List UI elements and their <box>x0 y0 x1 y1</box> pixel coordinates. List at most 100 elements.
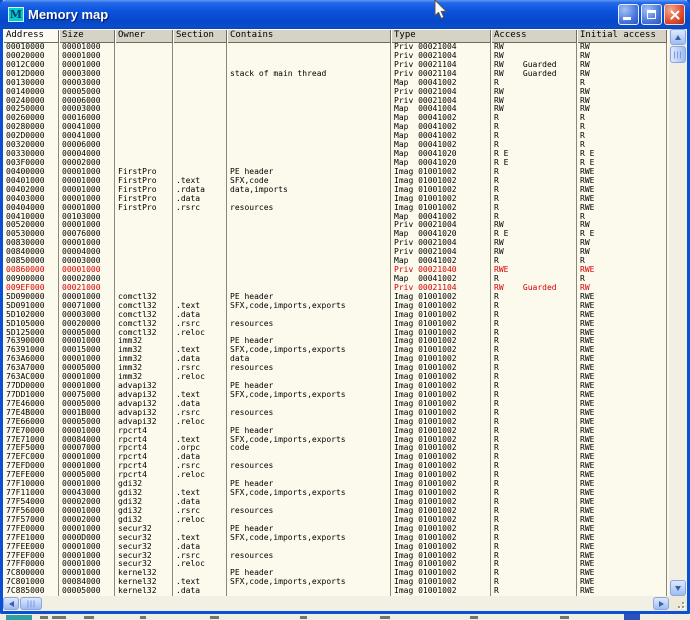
cell-contains: resources <box>227 409 391 418</box>
table-row[interactable]: 77FEE00000001000secur32.dataImag 0100100… <box>3 543 667 552</box>
table-row[interactable]: 5D09100000071000comctl32.textSFX,code,im… <box>3 302 667 311</box>
table-row[interactable]: 0001000000001000Priv 00021004RWRW <box>3 43 667 52</box>
column-header-size[interactable]: Size <box>59 29 115 43</box>
cell-owner: gdi32 <box>115 516 173 525</box>
table-row[interactable]: 0040300000001000FirstPro.dataImag 010010… <box>3 195 667 204</box>
table-row[interactable]: 0053000000076000Map 00041020R ER E <box>3 230 667 239</box>
table-row[interactable]: 77EF500000007000rpcrt4.orpccodeImag 0100… <box>3 444 667 453</box>
column-header-contains[interactable]: Contains <box>227 29 391 43</box>
table-row[interactable]: 0012D00000003000stack of main threadPriv… <box>3 70 667 79</box>
horizontal-scroll-thumb[interactable] <box>20 597 42 610</box>
table-row[interactable]: 77E7000000001000rpcrt4PE headerImag 0100… <box>3 427 667 436</box>
table-row[interactable]: 77DD100000075000advapi32.textSFX,code,im… <box>3 391 667 400</box>
table-row[interactable]: 7C80000000001000kernel32PE headerImag 01… <box>3 569 667 578</box>
table-row[interactable]: 763A700000005000imm32.rsrcresourcesImag … <box>3 364 667 373</box>
table-row[interactable]: 77FEF00000001000secur32.rsrcresourcesIma… <box>3 552 667 561</box>
table-row[interactable]: 0085000000003000Map 00041002RR <box>3 257 667 266</box>
column-header-access[interactable]: Access <box>491 29 577 43</box>
table-row[interactable]: 77F1000000001000gdi32PE headerImag 01001… <box>3 480 667 489</box>
cell-initial-access: R <box>577 257 667 266</box>
cell-initial-access: RWE <box>577 204 667 213</box>
table-row[interactable]: 7639000000001000imm32PE headerImag 01001… <box>3 337 667 346</box>
cell-owner <box>115 213 173 222</box>
scroll-left-button[interactable] <box>3 597 19 610</box>
table-row[interactable]: 0040400000001000FirstPro.rsrcresourcesIm… <box>3 204 667 213</box>
column-header-address[interactable]: Address <box>3 29 59 43</box>
table-row[interactable]: 5D10500000020000comctl32.rsrcresourcesIm… <box>3 320 667 329</box>
vertical-scroll-thumb[interactable] <box>670 46 686 63</box>
table-row[interactable]: 763A600000001000imm32.datadataImag 01001… <box>3 355 667 364</box>
table-row[interactable]: 77F5600000001000gdi32.rsrcresourcesImag … <box>3 507 667 516</box>
cell-owner <box>115 141 173 150</box>
table-row[interactable]: 0028000000041000Map 00041002RR <box>3 123 667 132</box>
cell-owner: rpcrt4 <box>115 444 173 453</box>
table-row[interactable]: 0086000000001000Priv 00021040RWERWE <box>3 266 667 275</box>
cell-access: R <box>491 320 577 329</box>
table-row[interactable]: 77EFE00000005000rpcrt4.relocImag 0100100… <box>3 471 667 480</box>
table-row[interactable]: 0052000000001000Priv 00021004RWRW <box>3 221 667 230</box>
scroll-right-button[interactable] <box>653 597 669 610</box>
table-row[interactable]: 009EF00000021000Priv 00021104RW GuardedR… <box>3 284 667 293</box>
horizontal-scrollbar[interactable] <box>3 596 669 611</box>
table-row[interactable]: 0041000000103000Map 00041002RR <box>3 213 667 222</box>
table-row[interactable]: 0090000000002000Map 00041002RR <box>3 275 667 284</box>
maximize-button[interactable] <box>641 4 662 25</box>
table-row[interactable]: 0033000000004000Map 00041020R ER E <box>3 150 667 159</box>
table-row[interactable]: 77F5400000002000gdi32.dataImag 01001002R… <box>3 498 667 507</box>
cell-contains: SFX,code,imports,exports <box>227 578 391 587</box>
table-row[interactable]: 5D09000000001000comctl32PE headerImag 01… <box>3 293 667 302</box>
table-row[interactable]: 0002000000001000Priv 00021004RWRW <box>3 52 667 61</box>
table-row[interactable]: 003F000000002000Map 00041020R ER E <box>3 159 667 168</box>
table-row[interactable]: 77E7100000084000rpcrt4.textSFX,code,impo… <box>3 436 667 445</box>
cell-owner: FirstPro <box>115 186 173 195</box>
cell-owner: kernel32 <box>115 578 173 587</box>
table-row[interactable]: 7C80100000084000kernel32.textSFX,code,im… <box>3 578 667 587</box>
table-row[interactable]: 0012C00000001000Priv 00021104RW GuardedR… <box>3 61 667 70</box>
table-row[interactable]: 7639100000015000imm32.textSFX,code,impor… <box>3 346 667 355</box>
table-row[interactable]: 0040100000001000FirstPro.textSFX,codeIma… <box>3 177 667 186</box>
close-button[interactable] <box>664 4 685 25</box>
table-row[interactable]: 77DD000000001000advapi32PE headerImag 01… <box>3 382 667 391</box>
table-row[interactable]: 77F5700000002000gdi32.relocImag 01001002… <box>3 516 667 525</box>
table-row[interactable]: 77EFD00000001000rpcrt4.rsrcresourcesImag… <box>3 462 667 471</box>
table-row[interactable]: 0083000000001000Priv 00021004RWRW <box>3 239 667 248</box>
table-row[interactable]: 0026000000016000Map 00041002RR <box>3 114 667 123</box>
cell-contains: data <box>227 355 391 364</box>
table-row[interactable]: 0013000000003000Map 00041002RR <box>3 79 667 88</box>
table-row[interactable]: 0024000000006000Priv 00021004RWRW <box>3 97 667 106</box>
cell-type: Imag 01001002 <box>391 311 491 320</box>
table-row[interactable]: 763AC00000001000imm32.relocImag 01001002… <box>3 373 667 382</box>
minimize-button[interactable] <box>618 4 639 25</box>
table-row[interactable]: 77EFC00000001000rpcrt4.dataImag 01001002… <box>3 453 667 462</box>
titlebar[interactable]: M Memory map <box>0 0 690 29</box>
column-header-initial-access[interactable]: Initial access <box>577 29 667 43</box>
table-row[interactable]: 002D000000041000Map 00041002RR <box>3 132 667 141</box>
table-row[interactable]: 77E6600000005000advapi32.relocImag 01001… <box>3 418 667 427</box>
table-row[interactable]: 77E4B0000001B000advapi32.rsrcresourcesIm… <box>3 409 667 418</box>
column-header-section[interactable]: Section <box>173 29 227 43</box>
table-row[interactable]: 77F1100000043000gdi32.textSFX,code,impor… <box>3 489 667 498</box>
table-row[interactable]: 5D12500000005000comctl32.relocImag 01001… <box>3 329 667 338</box>
table-row[interactable]: 77FF000000001000secur32.relocImag 010010… <box>3 560 667 569</box>
resize-grip[interactable] <box>669 596 687 611</box>
vertical-scrollbar[interactable] <box>669 29 687 596</box>
cell-type: Map 00041002 <box>391 213 491 222</box>
cell-size: 00002000 <box>59 159 115 168</box>
table-row[interactable]: 5D10200000003000comctl32.dataImag 010010… <box>3 311 667 320</box>
table-row[interactable]: 0025000000003000Map 00041004RWRW <box>3 105 667 114</box>
scroll-down-button[interactable] <box>670 580 686 596</box>
cell-owner <box>115 52 173 61</box>
table-row[interactable]: 77FE000000001000secur32PE headerImag 010… <box>3 525 667 534</box>
scroll-up-button[interactable] <box>670 29 686 45</box>
cell-section: .text <box>173 302 227 311</box>
table-row[interactable]: 0032000000006000Map 00041002RR <box>3 141 667 150</box>
table-row[interactable]: 77FE10000000D000secur32.textSFX,code,imp… <box>3 534 667 543</box>
table-row[interactable]: 77E4600000005000advapi32.dataImag 010010… <box>3 400 667 409</box>
table-row[interactable]: 0040200000001000FirstPro.rdatadata,impor… <box>3 186 667 195</box>
table-row[interactable]: 0084000000004000Priv 00021004RWRW <box>3 248 667 257</box>
table-row[interactable]: 7C88500000005000kernel32.dataImag 010010… <box>3 587 667 596</box>
table-row[interactable]: 0014000000005000Priv 00021004RWRW <box>3 88 667 97</box>
column-header-owner[interactable]: Owner <box>115 29 173 43</box>
column-header-type[interactable]: Type <box>391 29 491 43</box>
table-row[interactable]: 0040000000001000FirstProPE headerImag 01… <box>3 168 667 177</box>
